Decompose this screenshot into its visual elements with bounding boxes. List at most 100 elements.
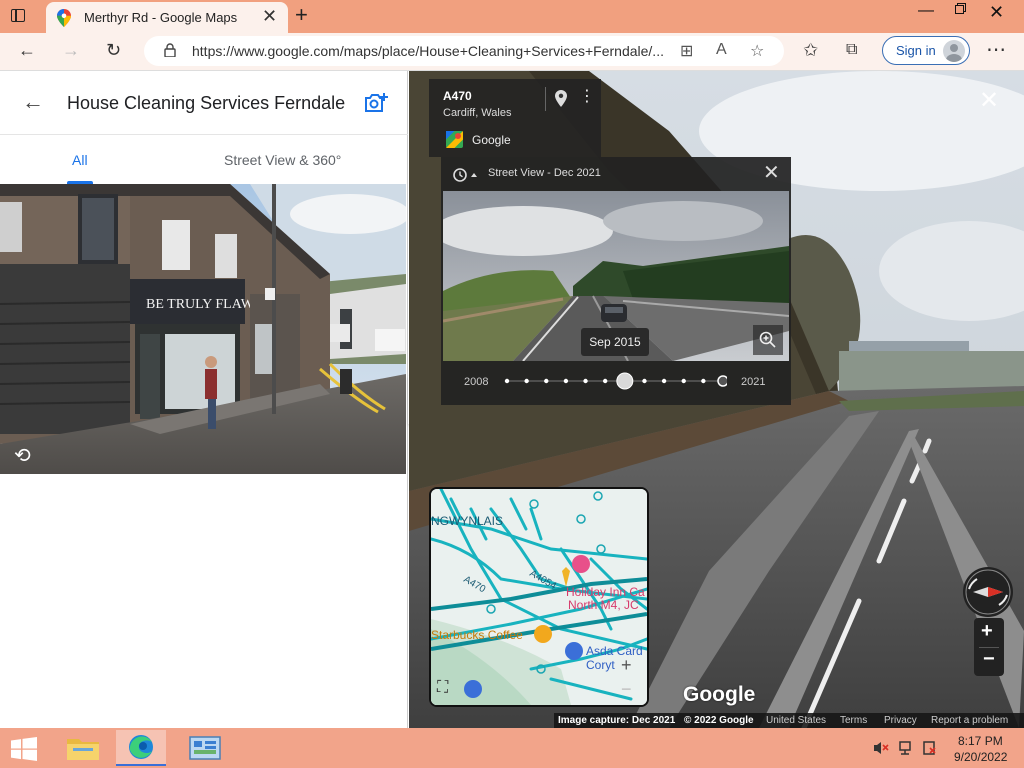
browser-tab-active[interactable]: Merthyr Rd - Google Maps ✕ [46, 2, 288, 33]
new-tab-icon[interactable]: + [295, 4, 308, 26]
forward-arrow-icon[interactable]: → [62, 39, 80, 61]
location-info-card: A470 Cardiff, Wales ⋮ Google [429, 79, 601, 157]
url-text[interactable]: https://www.google.com/maps/place/House+… [192, 43, 664, 59]
tab-actions-icon[interactable] [10, 7, 30, 25]
timeline-date-dot[interactable] [563, 378, 569, 384]
add-photo-icon[interactable] [364, 92, 388, 114]
time-travel-title: Street View - Dec 2021 [488, 167, 601, 179]
timeline-date-dot[interactable] [544, 378, 549, 384]
copyright: © 2022 Google [684, 715, 754, 726]
footer-link-report-problem[interactable]: Report a problem [931, 715, 1008, 726]
timeline-end-year: 2021 [741, 376, 766, 388]
window-minimize-icon[interactable]: — [918, 2, 934, 20]
storefront-photo-image: BE TRULY FLAWLESS [0, 184, 406, 474]
browser-title-bar: Merthyr Rd - Google Maps ✕ + — ✕ [0, 0, 1024, 33]
taskbar-clock-time[interactable]: 8:17 PM [958, 734, 1003, 748]
footer-link-terms[interactable]: Terms [840, 715, 867, 726]
google-maps-favicon-icon [57, 9, 71, 27]
more-options-icon[interactable]: ⋯ [986, 37, 1006, 62]
street-view-panorama[interactable]: A470 Cardiff, Wales ⋮ Google ✕ Street Vi… [409, 71, 1024, 728]
road-name: A470 [443, 89, 472, 103]
street-photo[interactable]: BE TRULY FLAWLESS ⟲ [0, 184, 406, 474]
expand-map-icon[interactable]: ⛶ [437, 679, 448, 697]
selected-date-tooltip: Sep 2015 [581, 328, 649, 356]
browser-toolbar: ← → ↻ https://www.google.com/maps/place/… [0, 33, 1024, 71]
control-panel-taskbar-button[interactable] [180, 730, 230, 766]
timeline-selected-handle[interactable] [616, 372, 634, 390]
map-footer: Image capture: Dec 2021 © 2022 Google Un… [554, 713, 1024, 728]
network-icon [899, 741, 911, 755]
add-favorite-icon[interactable]: ☆ [750, 41, 764, 61]
file-explorer-taskbar-button[interactable] [58, 730, 108, 766]
control-panel-icon [189, 736, 221, 760]
tab-close-icon[interactable]: ✕ [262, 7, 277, 25]
timeline-date-dot[interactable] [681, 378, 686, 384]
card-divider [545, 87, 546, 111]
road-location: Cardiff, Wales [443, 107, 512, 119]
back-arrow-icon[interactable]: ← [22, 89, 44, 115]
zoom-out-icon[interactable]: − [983, 648, 995, 671]
timeline-date-dot[interactable] [524, 378, 529, 384]
minimap[interactable]: NGWYNLAIS A470 A4054 Holiday Inn Ca Nort… [429, 487, 649, 707]
minimap-label-area: NGWYNLAIS [431, 514, 503, 528]
minimap-zoom-out-icon[interactable]: − [621, 679, 632, 700]
compass-icon [965, 569, 1011, 615]
address-bar[interactable]: https://www.google.com/maps/place/House+… [144, 36, 784, 66]
window-restore-icon[interactable] [955, 3, 966, 14]
minimap-label-asda: Asda Card [586, 644, 643, 658]
sign-in-label: Sign in [896, 43, 936, 58]
minimap-label-asda-2: Coryt [586, 658, 615, 672]
footer-link-privacy[interactable]: Privacy [884, 715, 917, 726]
read-aloud-icon[interactable]: A [716, 41, 727, 59]
favorites-icon[interactable]: ✩ [803, 39, 818, 61]
minimap-label-holiday-inn: Holiday Inn Ca [566, 585, 645, 599]
tray-icons [874, 741, 936, 755]
image-capture-date: Image capture: Dec 2021 [558, 715, 676, 726]
page-title: House Cleaning Services Ferndale [67, 93, 346, 113]
zoom-in-icon[interactable]: + [981, 620, 993, 643]
place-photos-panel: ← House Cleaning Services Ferndale All S… [0, 71, 408, 728]
sign-in-button[interactable]: Sign in [882, 36, 970, 65]
footer-link-united-states[interactable]: United States [766, 715, 826, 726]
timeline-date-dot[interactable] [701, 378, 706, 384]
minimap-label-starbucks: Starbucks Coffee [431, 628, 523, 642]
map-pin-icon[interactable] [555, 90, 567, 107]
edge-taskbar-button[interactable] [116, 730, 166, 766]
system-tray [870, 738, 950, 763]
back-arrow-icon[interactable]: ← [18, 39, 36, 61]
folder-icon [67, 739, 99, 760]
close-time-travel-icon[interactable]: ✕ [763, 163, 780, 183]
timeline-date-dot[interactable] [661, 378, 667, 384]
close-street-view-icon[interactable]: ✕ [979, 89, 999, 113]
window-close-icon[interactable]: ✕ [989, 2, 1004, 23]
minimap-map-image: NGWYNLAIS A470 A4054 Holiday Inn Ca Nort… [431, 489, 647, 705]
compass-control[interactable] [963, 567, 1013, 617]
action-center-icon [923, 741, 936, 755]
taskbar-clock-date[interactable]: 9/20/2022 [954, 750, 1007, 764]
photo-tabs: All Street View & 360° [0, 134, 408, 184]
tab-street-view-360[interactable]: Street View & 360° [224, 152, 341, 168]
app-available-icon[interactable]: ⊞ [680, 41, 693, 61]
minimap-zoom-in-icon[interactable]: + [621, 655, 632, 676]
magnify-plus-icon [759, 331, 776, 348]
timeline-date-dot[interactable] [602, 378, 608, 384]
timeline-date-dot[interactable] [583, 378, 588, 384]
windows-taskbar: 8:17 PM 9/20/2022 [0, 728, 1024, 768]
avatar [943, 40, 965, 62]
history-clock-icon[interactable] [452, 167, 478, 183]
refresh-icon[interactable]: ↻ [106, 39, 121, 61]
windows-start-icon[interactable] [10, 737, 38, 761]
timeline-date-dot[interactable] [504, 378, 510, 384]
google-logo: Google [683, 683, 756, 706]
collections-icon[interactable]: ⧉ [846, 39, 857, 61]
tab-all[interactable]: All [72, 152, 88, 168]
timeline-slider[interactable] [503, 371, 727, 391]
edge-browser-icon [129, 735, 153, 759]
more-vertical-icon[interactable]: ⋮ [579, 89, 595, 105]
zoom-in-preview-button[interactable] [753, 325, 783, 355]
lock-icon [164, 43, 176, 57]
timeline-date-dot[interactable] [717, 375, 727, 387]
rotate-360-icon[interactable]: ⟲ [14, 443, 31, 468]
minimap-label-holiday-inn-2: North M4, JC [568, 598, 639, 612]
timeline-date-dot[interactable] [642, 378, 647, 384]
